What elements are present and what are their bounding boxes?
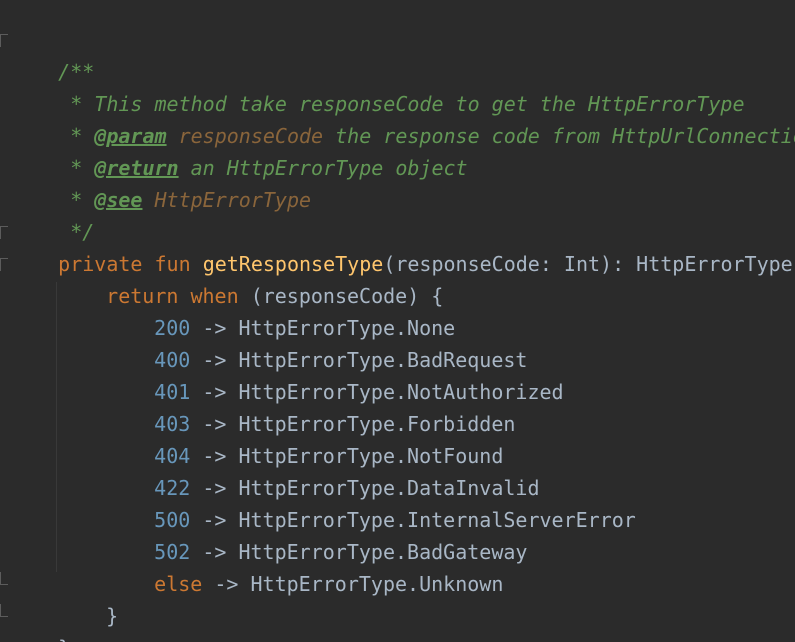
when-case-line: 401 -> HttpErrorType.NotAuthorized — [154, 380, 564, 404]
when-case-line: 403 -> HttpErrorType.Forbidden — [154, 412, 516, 436]
when-case-line: 400 -> HttpErrorType.BadRequest — [154, 348, 528, 372]
when-case-line: 200 -> HttpErrorType.None — [154, 316, 456, 340]
when-case-line: 422 -> HttpErrorType.DataInvalid — [154, 476, 540, 500]
code-line: * This method take responseCode to get t… — [10, 56, 744, 116]
close-function-brace: } — [58, 636, 70, 642]
code-line: * @return an HttpErrorType object — [10, 120, 467, 180]
code-editor[interactable]: /** * This method take responseCode to g… — [0, 0, 795, 642]
code-line: * @see HttpErrorType — [10, 152, 311, 212]
fold-marker-icon[interactable] — [0, 258, 8, 271]
code-line: */ — [10, 184, 94, 244]
fold-marker-icon[interactable] — [0, 226, 8, 239]
code-line: } — [10, 600, 70, 642]
fold-marker-icon[interactable] — [0, 604, 8, 617]
close-when-brace: } — [106, 604, 119, 628]
else-result: HttpErrorType.Unknown — [250, 572, 504, 596]
code-line: } — [58, 568, 118, 628]
code-line: private fun getResponseType(responseCode… — [10, 216, 795, 276]
when-case-line: 500 -> HttpErrorType.InternalServerError — [154, 508, 636, 532]
when-case-line: 502 -> HttpErrorType.BadGateway — [154, 540, 528, 564]
when-else-line: else -> HttpErrorType.Unknown — [154, 572, 504, 596]
code-line: * @param responseCode the response code … — [10, 88, 795, 148]
when-case-line: 404 -> HttpErrorType.NotFound — [154, 444, 504, 468]
code-line: /** — [10, 24, 94, 84]
doc-see-reference: HttpErrorType — [154, 188, 312, 212]
fold-marker-icon[interactable] — [0, 34, 8, 47]
indent-guide — [56, 282, 57, 572]
function-signature: (responseCode: Int): HttpErrorType { — [383, 252, 795, 276]
code-line: return when (responseCode) { — [58, 248, 443, 308]
keyword-else: else — [154, 572, 203, 596]
doc-see-tag: @see — [94, 188, 143, 212]
fold-marker-icon[interactable] — [0, 572, 8, 585]
